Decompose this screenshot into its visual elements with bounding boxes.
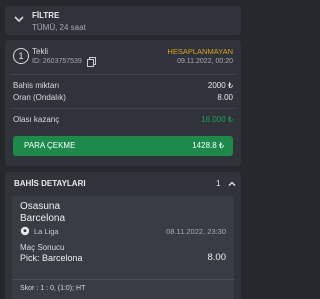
- divider: [11, 74, 235, 75]
- team-home: Osasuna: [20, 201, 61, 212]
- chevron-down-icon: [14, 16, 24, 23]
- bet-number-badge: 1: [13, 48, 29, 64]
- odds-value: 8.00: [217, 93, 233, 102]
- filter-bar[interactable]: FİLTRE TÜMÜ, 24 saat: [5, 6, 241, 35]
- cashout-amount: 1428.8 ₺: [192, 141, 224, 150]
- bet-id: ID: 2603757539: [32, 58, 82, 65]
- match-date: 08.11.2022, 23:30: [166, 227, 226, 236]
- stake-value: 2000 ₺: [207, 81, 233, 90]
- divider: [11, 108, 235, 109]
- bet-date: 09.11.2022, 00:20: [177, 58, 233, 65]
- filter-title: FİLTRE: [32, 11, 60, 20]
- possible-win-label: Olası kazanç: [13, 115, 60, 124]
- pick-odd: 8.00: [207, 252, 227, 263]
- bet-card: 1 Tekli ID: 2603757539 HESAPLANMAYAN 09.…: [5, 40, 241, 166]
- pick-selection: Pick: Barcelona: [20, 253, 83, 263]
- market-name: Maç Sonucu: [20, 243, 65, 252]
- bet-type: Tekli: [32, 47, 49, 56]
- match-score: Skor : 1 : 0, (1:0); HT: [20, 285, 86, 292]
- possible-win-value: 16.000 ₺: [201, 115, 233, 124]
- team-away: Barcelona: [20, 213, 66, 224]
- bet-details-panel: BAHİS DETAYLARI 1 Osasuna Barcelona La L…: [5, 172, 241, 299]
- filter-subtitle: TÜMÜ, 24 saat: [32, 23, 86, 32]
- cashout-button[interactable]: PARA ÇEKME 1428.8 ₺: [13, 136, 233, 156]
- cashout-label: PARA ÇEKME: [24, 141, 76, 150]
- match-card: Osasuna Barcelona La Liga 08.11.2022, 23…: [12, 196, 234, 299]
- bet-details-count: 1: [216, 179, 221, 188]
- league-name: La Liga: [34, 227, 59, 236]
- odds-label: Oran (Ondalık): [13, 93, 66, 102]
- copy-icon[interactable]: [87, 57, 96, 67]
- soccer-ball-icon: [20, 226, 30, 236]
- stake-label: Bahis miktarı: [13, 81, 60, 90]
- bet-status: HESAPLANMAYAN: [167, 47, 233, 56]
- bet-details-title: BAHİS DETAYLARI: [14, 179, 86, 188]
- chevron-up-icon[interactable]: [227, 179, 237, 189]
- divider: [12, 279, 234, 280]
